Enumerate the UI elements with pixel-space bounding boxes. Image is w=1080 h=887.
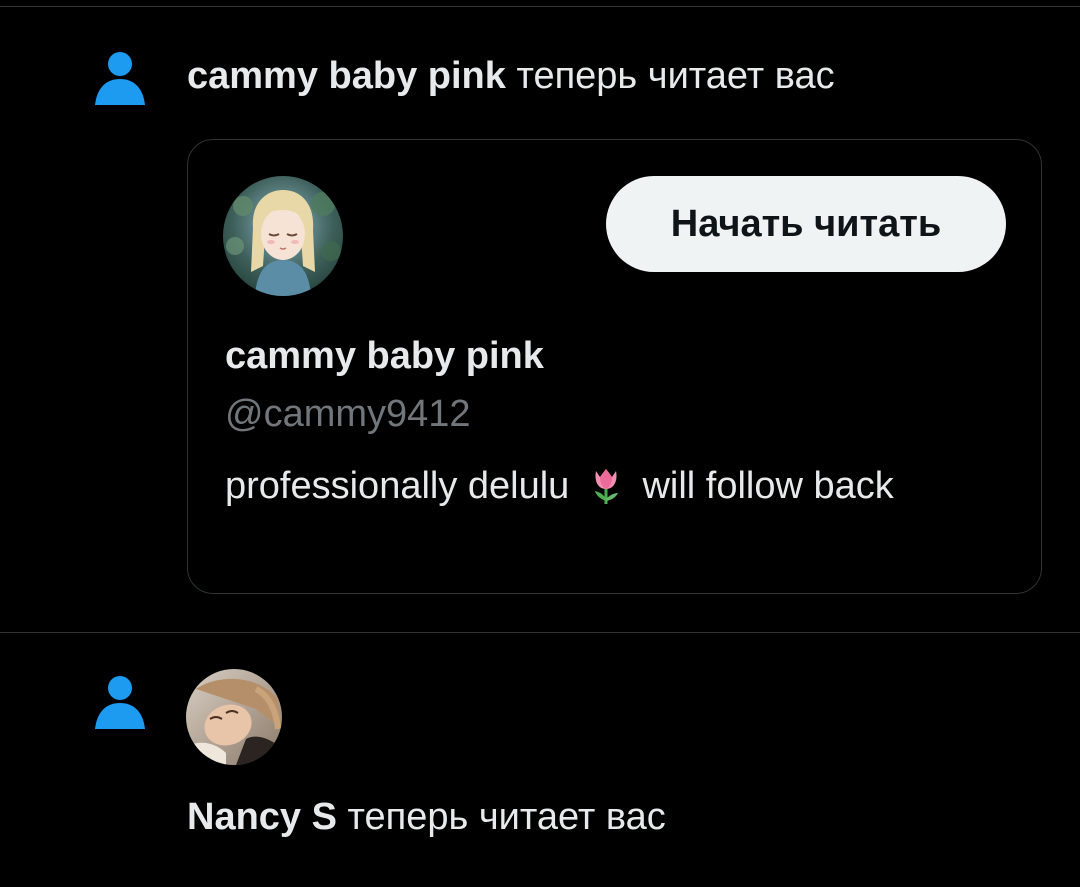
user-name-link[interactable]: Nancy S — [187, 796, 337, 838]
follow-button[interactable]: Начать читать — [606, 176, 1006, 272]
user-bio: professionally delulu will follow back — [225, 456, 985, 516]
user-handle[interactable]: @cammy9412 — [225, 390, 471, 438]
user-name-link[interactable]: cammy baby pink — [187, 55, 506, 97]
action-text: теперь читает вас — [347, 796, 666, 838]
bio-text-start: professionally delulu — [225, 465, 570, 507]
user-card[interactable]: Начать читать cammy baby pink @cammy9412… — [187, 139, 1042, 594]
avatar[interactable] — [186, 669, 282, 765]
tulip-icon — [594, 469, 618, 504]
follow-notification[interactable]: cammy baby pink теперь читает вас Начать… — [0, 7, 1080, 632]
display-name[interactable]: cammy baby pink — [225, 332, 544, 380]
notification-text: cammy baby pink теперь читает вас — [187, 52, 835, 100]
avatar[interactable] — [223, 176, 343, 296]
notifications-page: cammy baby pink теперь читает вас Начать… — [0, 0, 1080, 887]
follow-notification[interactable]: Nancy S теперь читает вас — [0, 633, 1080, 887]
bio-text-end: will follow back — [642, 465, 894, 507]
notification-text: Nancy S теперь читает вас — [187, 793, 666, 841]
person-icon — [95, 676, 145, 729]
anime-girl-avatar — [223, 176, 343, 296]
action-text: теперь читает вас — [516, 55, 835, 97]
person-icon — [95, 52, 145, 105]
user-photo-avatar — [186, 669, 282, 765]
